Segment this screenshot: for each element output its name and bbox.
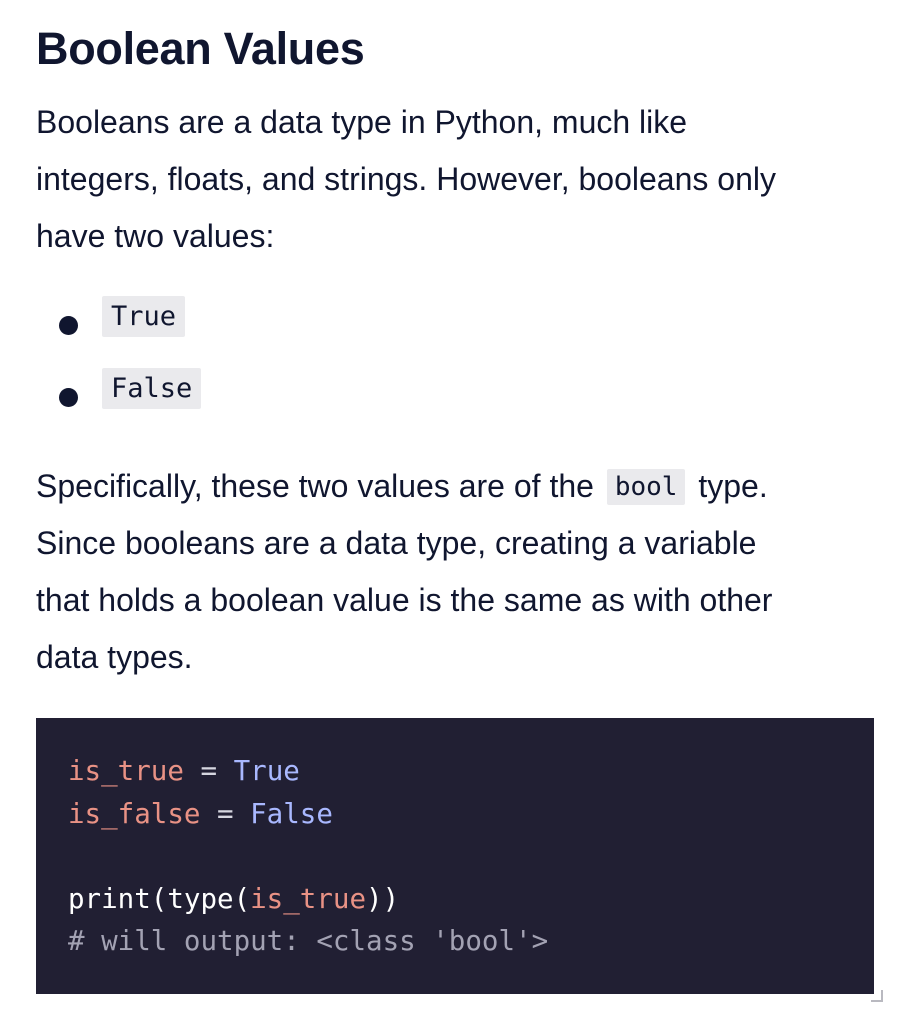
- paragraph-line: that holds a boolean value is the same a…: [36, 582, 773, 618]
- intro-line: Booleans are a data type in Python, much…: [36, 104, 688, 140]
- code-variable: is_true: [68, 755, 184, 787]
- code-comment: # will output: <class 'bool'>: [68, 925, 549, 957]
- code-line: print(type(is_true)): [68, 878, 548, 921]
- code-boolean: False: [250, 797, 333, 830]
- code-line: # will output: <class 'bool'>: [68, 920, 548, 963]
- paragraph-line: Specifically, these two values are of th…: [36, 458, 886, 515]
- code-variable: is_false: [68, 797, 201, 830]
- inline-code-bool: bool: [606, 469, 686, 505]
- code-function-close: )): [366, 882, 400, 915]
- list-item: True: [56, 296, 201, 368]
- page-title: Boolean Values: [36, 23, 365, 74]
- intro-line: have two values:: [36, 218, 275, 254]
- code-operator: =: [200, 797, 251, 830]
- list-item: False: [56, 368, 202, 440]
- bullet-icon: [59, 316, 78, 335]
- inline-code-true: True: [102, 296, 186, 337]
- code-variable: is_true: [250, 882, 367, 915]
- code-boolean: True: [233, 755, 300, 787]
- paragraph-line: data types.: [36, 639, 193, 675]
- bullet-icon: [59, 388, 78, 407]
- code-block[interactable]: is_true = True is_false = False print(type…: [36, 718, 874, 994]
- paragraph-line: Since booleans are a data type, creating…: [36, 525, 757, 561]
- paragraph-text: type.: [698, 468, 768, 504]
- boolean-values-list: True False: [56, 296, 202, 440]
- inline-code-false: False: [102, 368, 202, 409]
- code-line: is_true = True: [68, 750, 548, 793]
- paragraph-text: Specifically, these two values are of th…: [36, 468, 594, 504]
- code-line: is_false = False: [68, 793, 548, 836]
- resize-handle-icon[interactable]: [871, 990, 883, 1002]
- intro-paragraph: Booleans are a data type in Python, much…: [36, 94, 876, 265]
- bool-type-paragraph: Specifically, these two values are of th…: [36, 458, 886, 686]
- intro-line: integers, floats, and strings. However, …: [36, 161, 776, 197]
- code-operator: =: [183, 755, 234, 787]
- code-content: is_true = True is_false = False print(type…: [68, 750, 548, 963]
- code-function-call: print(type(: [68, 882, 251, 915]
